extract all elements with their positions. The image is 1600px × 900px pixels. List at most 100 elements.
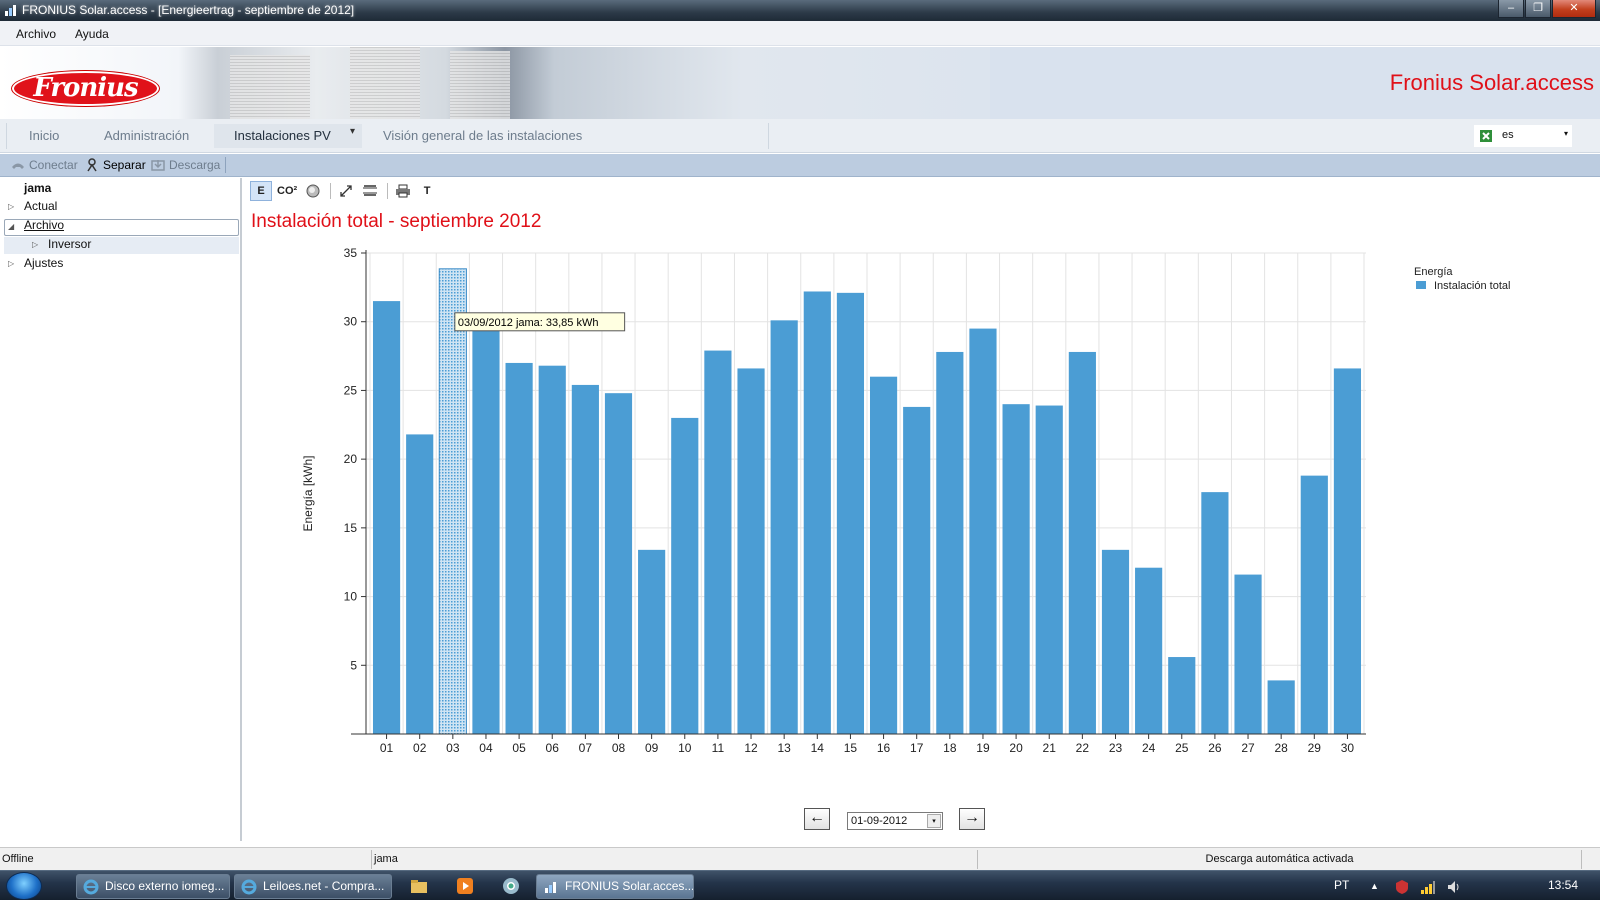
- x-tick-label: 15: [844, 741, 858, 755]
- app-icon: [5, 5, 16, 16]
- y-tick-label: 20: [344, 452, 358, 466]
- window-title: FRONIUS Solar.access - [Energieertrag - …: [22, 3, 355, 17]
- x-tick-label: 18: [943, 741, 957, 755]
- x-tick-label: 08: [612, 741, 626, 755]
- tree-root-jama[interactable]: jama: [24, 181, 51, 195]
- tooltip-text: 03/09/2012 jama: 33,85 kWh: [458, 317, 599, 329]
- tray-expand-icon[interactable]: ▲: [1370, 881, 1379, 891]
- x-tick-label: 12: [744, 741, 758, 755]
- task-leiloes[interactable]: Leiloes.net - Compra...: [234, 874, 392, 899]
- chevron-down-icon[interactable]: ▾: [927, 814, 941, 828]
- y-tick-label: 15: [344, 521, 358, 535]
- volume-icon[interactable]: [1446, 879, 1462, 895]
- expand-icon[interactable]: ▷: [8, 259, 14, 268]
- download-icon: [151, 160, 165, 171]
- bar-day-27: [1234, 574, 1262, 734]
- x-tick-label: 17: [910, 741, 924, 755]
- y-tick-label: 25: [344, 383, 358, 397]
- folder-icon[interactable]: [410, 877, 428, 895]
- menu-archivo[interactable]: Archivo: [16, 27, 56, 41]
- start-button[interactable]: [6, 872, 42, 900]
- bar-day-04: [472, 327, 500, 734]
- chart-panel: E CO² T Instalación total - septiembre 2…: [244, 178, 1600, 841]
- x-tick-label: 21: [1043, 741, 1057, 755]
- tab-administracion[interactable]: Administración: [104, 128, 189, 143]
- bar-day-03: [438, 268, 467, 735]
- next-month-button[interactable]: →: [959, 808, 985, 830]
- download-button[interactable]: Descarga: [150, 158, 220, 172]
- language-select[interactable]: es ▾: [1474, 125, 1572, 147]
- x-tick-label: 25: [1175, 741, 1189, 755]
- input-language[interactable]: PT: [1334, 878, 1349, 892]
- y-tick-label: 35: [344, 246, 358, 260]
- tree-item-archivo[interactable]: Archivo: [24, 218, 64, 232]
- separate-button[interactable]: Separar: [84, 158, 146, 172]
- x-tick-label: 22: [1076, 741, 1090, 755]
- tab-inicio[interactable]: Inicio: [29, 128, 59, 143]
- bar-day-23: [1101, 549, 1130, 734]
- x-tick-label: 24: [1142, 741, 1156, 755]
- bar-day-07: [571, 384, 599, 734]
- chrome-icon[interactable]: [502, 877, 520, 895]
- excel-flag-icon: [1480, 130, 1492, 142]
- prev-month-button[interactable]: ←: [804, 808, 830, 830]
- legend-swatch: [1416, 281, 1426, 289]
- clock[interactable]: 13:54: [1548, 878, 1578, 892]
- security-icon[interactable]: [1394, 879, 1410, 895]
- bar-day-01: [372, 301, 401, 734]
- connect-button[interactable]: Conectar: [10, 158, 78, 172]
- bar-day-14: [803, 291, 831, 734]
- network-signal-icon[interactable]: [1420, 879, 1436, 895]
- x-tick-label: 27: [1241, 741, 1255, 755]
- x-tick-label: 09: [645, 741, 659, 755]
- language-value: es: [1502, 129, 1514, 141]
- bar-day-22: [1068, 351, 1096, 734]
- close-button[interactable]: ✕: [1552, 0, 1596, 18]
- maximize-button[interactable]: ❐: [1525, 0, 1551, 18]
- phone-icon: [12, 163, 24, 169]
- x-tick-label: 28: [1274, 741, 1288, 755]
- date-picker[interactable]: 01-09-2012 ▾: [847, 812, 943, 830]
- connection-status: Offline: [0, 850, 372, 869]
- connection-toolbar: Conectar Separar Descarga: [0, 154, 1600, 177]
- bar-day-08: [604, 393, 633, 734]
- task-disco-externo[interactable]: Disco externo iomeg...: [76, 874, 230, 899]
- y-tick-label: 10: [344, 590, 358, 604]
- bar-day-09: [638, 549, 666, 734]
- bar-day-18: [936, 351, 964, 734]
- title-bar: FRONIUS Solar.access - [Energieertrag - …: [0, 0, 1600, 21]
- tab-instalaciones-pv[interactable]: Instalaciones PV: [234, 128, 331, 143]
- bar-day-12: [737, 368, 765, 734]
- minimize-button[interactable]: –: [1498, 0, 1524, 18]
- tree-item-actual[interactable]: Actual: [24, 199, 57, 213]
- menu-bar: Archivo Ayuda: [0, 21, 1600, 46]
- bar-day-17: [903, 406, 931, 734]
- legend-series-label: Instalación total: [1434, 280, 1510, 292]
- x-tick-label: 29: [1308, 741, 1322, 755]
- x-tick-label: 14: [811, 741, 825, 755]
- bar-day-13: [770, 320, 798, 734]
- expand-icon[interactable]: ▷: [8, 202, 14, 211]
- collapse-icon[interactable]: ◢: [8, 222, 14, 231]
- task-fronius[interactable]: FRONIUS Solar.acces...: [536, 874, 694, 899]
- ie-icon: [241, 879, 257, 895]
- download-status: Descarga automática activada: [978, 850, 1582, 869]
- energy-bar-chart: 5 10 15 20 25 30 35 01 02 03 04 05 06 07 08 09 10 11 12 13 1…: [301, 246, 1510, 755]
- x-tick-label: 01: [380, 741, 394, 755]
- disconnect-icon: [87, 158, 97, 172]
- tree-item-inversor[interactable]: Inversor: [48, 237, 91, 251]
- bar-day-10: [671, 417, 699, 734]
- expand-icon[interactable]: ▷: [32, 240, 38, 249]
- bar-day-20: [1002, 404, 1030, 734]
- x-tick-label: 05: [512, 741, 526, 755]
- x-tick-label: 04: [479, 741, 493, 755]
- bar-day-21: [1035, 405, 1063, 734]
- menu-ayuda[interactable]: Ayuda: [75, 27, 109, 41]
- header-banner: Fronius Fronius Solar.access: [0, 47, 1600, 119]
- x-tick-label: 13: [777, 741, 791, 755]
- tab-vision-general[interactable]: Visión general de las instalaciones: [383, 128, 582, 143]
- tree-item-ajustes[interactable]: Ajustes: [24, 256, 63, 270]
- media-player-icon[interactable]: [456, 877, 474, 895]
- tab-dropdown-icon[interactable]: ▾: [350, 126, 355, 137]
- x-tick-label: 23: [1109, 741, 1123, 755]
